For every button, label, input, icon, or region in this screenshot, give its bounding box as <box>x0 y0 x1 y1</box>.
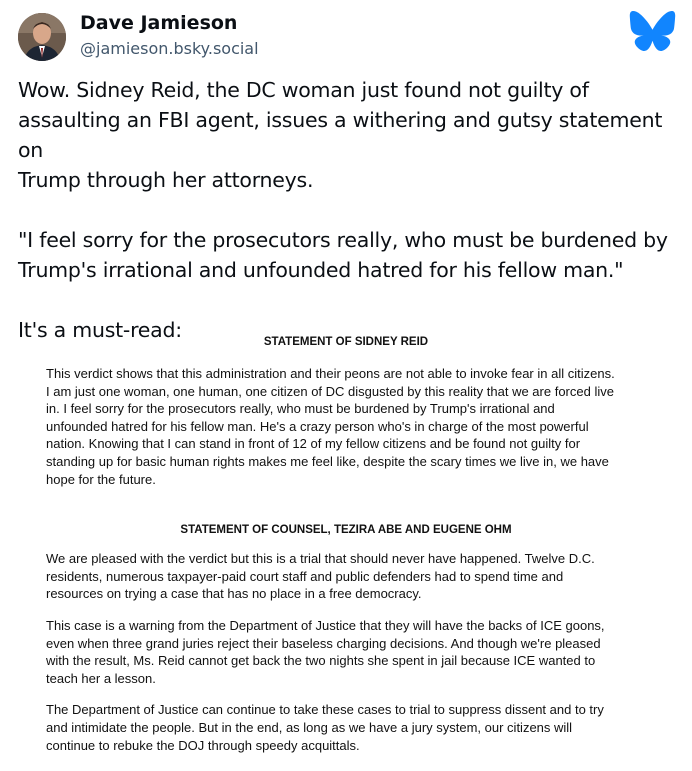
counsel-paragraph: The Department of Justice can continue t… <box>46 702 604 753</box>
post-text: Wow. Sidney Reid, the DC woman just foun… <box>18 75 680 345</box>
statement-image[interactable]: STATEMENT OF SIDNEY REID This verdict sh… <box>46 333 646 754</box>
post-header: Dave Jamieson @jamieson.bsky.social <box>18 10 678 66</box>
counsel-paragraph: This case is a warning from the Departme… <box>46 617 605 686</box>
avatar-photo-icon <box>18 13 66 61</box>
statement-body: This verdict shows that this administrat… <box>46 366 615 487</box>
post-quote-paragraph: "I feel sorry for the prosecutors really… <box>18 228 668 282</box>
author-display-name[interactable]: Dave Jamieson <box>80 11 259 35</box>
post-paragraph: Wow. Sidney Reid, the DC woman just foun… <box>18 78 663 192</box>
bluesky-butterfly-icon[interactable] <box>629 10 676 52</box>
counsel-heading: STATEMENT OF COUNSEL, TEZIRA ABE AND EUG… <box>180 524 512 537</box>
author-names: Dave Jamieson @jamieson.bsky.social <box>80 11 259 61</box>
statement-heading: STATEMENT OF SIDNEY REID <box>263 336 429 348</box>
author-avatar[interactable] <box>18 13 66 61</box>
counsel-paragraph: We are pleased with the verdict but this… <box>46 551 595 602</box>
author-handle[interactable]: @jamieson.bsky.social <box>80 37 259 61</box>
